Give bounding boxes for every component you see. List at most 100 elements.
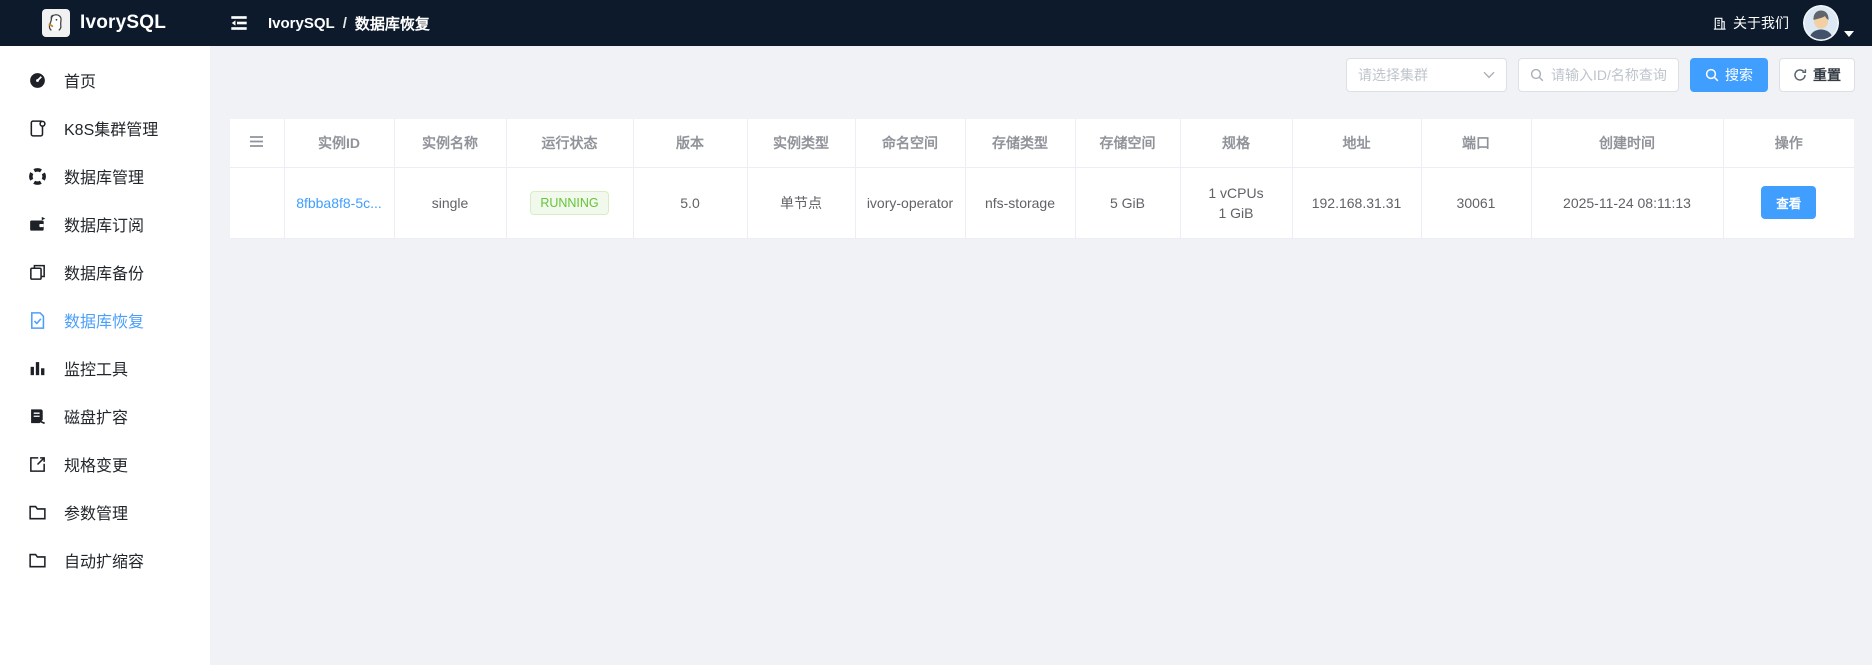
col-version: 版本: [633, 119, 748, 168]
chevron-down-icon: [1844, 31, 1854, 37]
disk-expand-icon: [27, 406, 47, 426]
cell-version: 5.0: [633, 167, 748, 239]
folder-icon: [27, 550, 47, 570]
about-us-link[interactable]: 关于我们: [1712, 13, 1789, 33]
col-port: 端口: [1421, 119, 1532, 168]
building-icon: [1712, 16, 1727, 31]
sidebar-item-label: K8S集群管理: [64, 122, 159, 139]
col-created-at: 创建时间: [1531, 119, 1724, 168]
brand-link[interactable]: IvorySQL: [0, 9, 210, 37]
cell-actions: 查看: [1723, 167, 1854, 239]
sidebar-item-spec-change[interactable]: 规格变更: [0, 444, 210, 484]
sidebar-item-home[interactable]: 首页: [0, 60, 210, 100]
cell-spec: 1 vCPUs 1 GiB: [1180, 167, 1293, 239]
database-manage-icon: [27, 166, 47, 186]
topbar-right: 关于我们: [1712, 5, 1872, 41]
spec-change-icon: [27, 454, 47, 474]
avatar: [1803, 5, 1839, 41]
search-input[interactable]: [1551, 67, 1667, 83]
cell-address: 192.168.31.31: [1292, 167, 1422, 239]
col-storage-size: 存储空间: [1075, 119, 1181, 168]
spec-cpu: 1 vCPUs: [1208, 184, 1264, 201]
cluster-select[interactable]: 请选择集群: [1346, 58, 1507, 92]
search-button-label: 搜索: [1725, 67, 1753, 83]
database-restore-icon: [27, 310, 47, 330]
table-header-row: 实例ID 实例名称 运行状态 版本 实例类型 命名空间 存储类型 存储空间 规格…: [230, 119, 1854, 168]
reset-button-label: 重置: [1813, 67, 1841, 83]
search-button[interactable]: 搜索: [1690, 58, 1768, 92]
sidebar-item-database-manage[interactable]: 数据库管理: [0, 156, 210, 196]
sidebar-item-label: 磁盘扩容: [64, 410, 129, 427]
status-badge: RUNNING: [530, 190, 609, 215]
cell-instance-name: single: [394, 167, 507, 239]
sidebar-item-label: 数据库订阅: [64, 218, 145, 235]
col-instance-type: 实例类型: [747, 119, 856, 168]
col-namespace: 命名空间: [855, 119, 966, 168]
sidebar-item-label: 数据库恢复: [64, 314, 145, 331]
column-settings-header: [230, 119, 285, 168]
cell-instance-type: 单节点: [747, 167, 856, 239]
main-content: 请选择集群 搜索 重置: [210, 46, 1872, 665]
search-field[interactable]: [1518, 58, 1679, 92]
sidebar-item-label: 参数管理: [64, 506, 129, 523]
sidebar-item-database-subscribe[interactable]: 数据库订阅: [0, 204, 210, 244]
breadcrumb-separator: /: [342, 14, 347, 32]
cell-instance-id: 8fbba8f8-5c...: [284, 167, 395, 239]
instance-id-link[interactable]: 8fbba8f8-5c...: [296, 195, 382, 211]
view-button[interactable]: 查看: [1761, 186, 1817, 219]
cell-namespace: ivory-operator: [855, 167, 966, 239]
col-instance-id: 实例ID: [284, 119, 395, 168]
database-subscribe-icon: [27, 214, 47, 234]
sidebar-item-label: 自动扩缩容: [64, 554, 145, 571]
breadcrumb-item-current: 数据库恢复: [354, 15, 430, 33]
about-us-label: 关于我们: [1733, 15, 1789, 31]
refresh-icon: [1793, 68, 1807, 82]
sidebar-item-label: 监控工具: [64, 362, 129, 379]
breadcrumb: IvorySQL / 数据库恢复: [268, 13, 430, 34]
col-instance-name: 实例名称: [394, 119, 507, 168]
breadcrumb-item-root[interactable]: IvorySQL: [268, 15, 335, 32]
user-menu[interactable]: [1803, 5, 1854, 41]
spec-memory: 1 GiB: [1218, 204, 1254, 221]
top-bar: IvorySQL IvorySQL / 数据库恢复 关于我们: [0, 0, 1872, 46]
sidebar-item-database-restore[interactable]: 数据库恢复: [0, 300, 210, 340]
cell-port: 30061: [1421, 167, 1532, 239]
sidebar-item-monitor-tools[interactable]: 监控工具: [0, 348, 210, 388]
cell-storage-type: nfs-storage: [965, 167, 1076, 239]
cell-storage-size: 5 GiB: [1075, 167, 1181, 239]
column-settings-icon[interactable]: [249, 135, 264, 148]
sidebar-item-label: 首页: [64, 74, 97, 91]
sidebar-item-database-backup[interactable]: 数据库备份: [0, 252, 210, 292]
cluster-select-placeholder: 请选择集群: [1358, 67, 1428, 83]
filter-bar: 请选择集群 搜索 重置: [210, 46, 1872, 92]
sidebar-item-label: 数据库管理: [64, 170, 145, 187]
cell-created-at: 2025-11-24 08:11:13: [1531, 167, 1724, 239]
folder-icon: [27, 502, 47, 522]
sidebar-item-disk-expand[interactable]: 磁盘扩容: [0, 396, 210, 436]
chevron-down-icon: [1483, 71, 1495, 79]
sidebar-item-auto-scale[interactable]: 自动扩缩容: [0, 540, 210, 580]
instances-table: 实例ID 实例名称 运行状态 版本 实例类型 命名空间 存储类型 存储空间 规格…: [230, 119, 1854, 239]
menu-fold-icon[interactable]: [228, 12, 250, 34]
brand-title: IvorySQL: [80, 12, 167, 33]
monitor-icon: [27, 358, 47, 378]
search-icon: [1530, 68, 1544, 82]
sidebar-item-k8s-cluster[interactable]: K8S集群管理: [0, 108, 210, 148]
table-row: 8fbba8f8-5c... single RUNNING 5.0 单节点 iv…: [230, 167, 1854, 239]
reset-button[interactable]: 重置: [1779, 58, 1855, 92]
col-actions: 操作: [1723, 119, 1854, 168]
cluster-icon: [27, 118, 47, 138]
dashboard-icon: [27, 70, 47, 90]
database-backup-icon: [27, 262, 47, 282]
col-spec: 规格: [1180, 119, 1293, 168]
col-status: 运行状态: [506, 119, 634, 168]
sidebar-item-label: 数据库备份: [64, 266, 145, 283]
col-address: 地址: [1292, 119, 1422, 168]
col-storage-type: 存储类型: [965, 119, 1076, 168]
sidebar: 首页 K8S集群管理 数据库管理 数据库订阅 数据库备份 数据库恢复 监控工具 …: [0, 46, 210, 665]
cell-status: RUNNING: [506, 167, 634, 239]
sidebar-item-param-manage[interactable]: 参数管理: [0, 492, 210, 532]
search-icon: [1705, 68, 1719, 82]
sidebar-menu: 首页 K8S集群管理 数据库管理 数据库订阅 数据库备份 数据库恢复 监控工具 …: [0, 46, 210, 580]
sidebar-item-label: 规格变更: [64, 458, 129, 475]
